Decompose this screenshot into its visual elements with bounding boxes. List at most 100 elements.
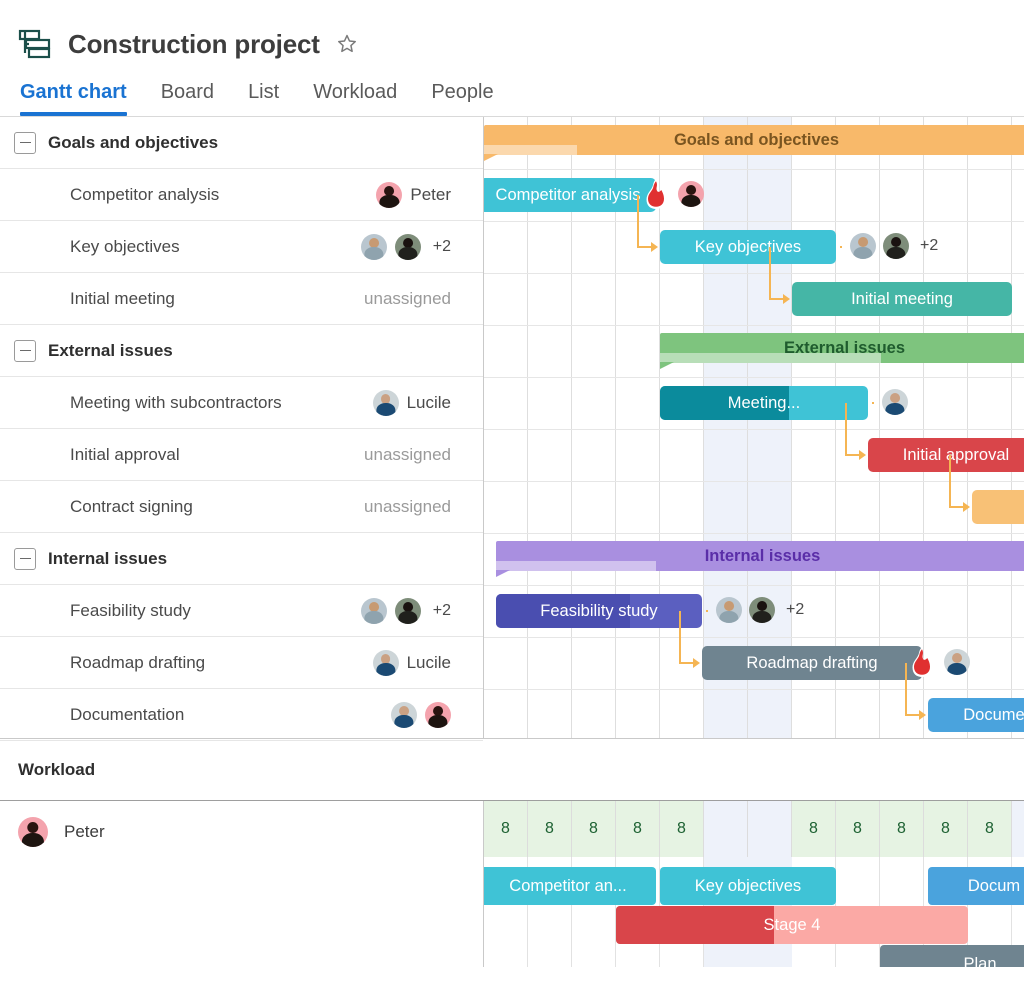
avatar <box>882 389 908 415</box>
assignee-cell[interactable]: Lucile <box>373 650 483 676</box>
overdue-flame-icon <box>908 646 936 678</box>
workload-section: Peter 8888888888 Competitor an...Key obj… <box>0 800 1024 801</box>
task-name: Roadmap drafting <box>70 653 373 673</box>
workload-task-bar[interactable]: Stage 4 <box>616 906 968 944</box>
assignee-cell[interactable]: unassigned <box>364 289 483 309</box>
assignee-overflow-count: +2 <box>920 237 938 255</box>
workload-task-bar[interactable]: Plan <box>880 945 1024 967</box>
bar-assignee-avatars[interactable] <box>944 649 970 675</box>
workload-capacity-cell: 8 <box>924 801 968 857</box>
group-name: External issues <box>48 341 173 361</box>
minus-square-icon[interactable] <box>14 132 36 154</box>
assignee-name: Lucile <box>407 653 451 673</box>
task-row-initial-meeting[interactable]: Initial meeting unassigned <box>0 273 483 325</box>
assignee-overflow-count: +2 <box>433 602 451 620</box>
page-header: Construction project <box>0 0 1024 62</box>
star-outline-icon[interactable] <box>336 33 358 55</box>
group-name: Internal issues <box>48 549 167 569</box>
bar-assignee-avatars[interactable]: +2 <box>716 597 804 623</box>
task-row-meeting-with-subcontractors[interactable]: Meeting with subcontractors Lucile <box>0 377 483 429</box>
workload-task-bar[interactable]: Docum <box>928 867 1024 905</box>
tab-label: People <box>431 81 493 103</box>
workload-capacity-cell: 8 <box>572 801 616 857</box>
tab-workload[interactable]: Workload <box>313 81 417 116</box>
task-list-pane: Goals and objectives Competitor analysis… <box>0 117 484 738</box>
task-row-initial-approval[interactable]: Initial approval unassigned <box>0 429 483 481</box>
workload-capacity-cell: 8 <box>792 801 836 857</box>
group-name: Goals and objectives <box>48 133 218 153</box>
tab-list[interactable]: List <box>248 81 299 116</box>
minus-square-icon[interactable] <box>14 340 36 362</box>
workload-capacity-cell <box>704 801 748 857</box>
minus-square-icon[interactable] <box>14 548 36 570</box>
workload-capacity-cell: 8 <box>616 801 660 857</box>
task-row-roadmap-drafting[interactable]: Roadmap drafting Lucile <box>0 637 483 689</box>
assignee-cell[interactable]: unassigned <box>364 445 483 465</box>
assignee-name: unassigned <box>364 445 451 465</box>
tab-people[interactable]: People <box>431 81 513 116</box>
task-name: Initial approval <box>70 445 364 465</box>
workload-capacity-cell: 8 <box>660 801 704 857</box>
dependency-arrow <box>484 117 1024 738</box>
task-row-contract-signing[interactable]: Contract signing unassigned <box>0 481 483 533</box>
assignee-cell[interactable] <box>391 702 483 728</box>
task-row-competitor-analysis[interactable]: Competitor analysis Peter <box>0 169 483 221</box>
workload-task-bar[interactable]: Competitor an... <box>484 867 656 905</box>
bar-assignee-avatars[interactable] <box>678 181 704 207</box>
task-name: Initial meeting <box>70 289 364 309</box>
tab-label: List <box>248 81 279 103</box>
avatar <box>883 233 909 259</box>
avatar <box>391 702 417 728</box>
group-row-external-issues[interactable]: External issues <box>0 325 483 377</box>
tab-board[interactable]: Board <box>161 81 234 116</box>
view-tabs: Gantt chart Board List Workload People <box>0 62 1024 116</box>
avatar <box>678 181 704 207</box>
assignee-name: unassigned <box>364 497 451 517</box>
workload-capacity-cell: 8 <box>836 801 880 857</box>
task-row-feasibility-study[interactable]: Feasibility study +2 <box>0 585 483 637</box>
workload-capacity-cell: 8 <box>880 801 924 857</box>
avatar <box>395 598 421 624</box>
assignee-cell[interactable]: Lucile <box>373 390 483 416</box>
overdue-flame-icon <box>642 178 670 210</box>
gantt-chart-pane[interactable]: Goals and objectivesCompetitor analysisK… <box>484 117 1024 738</box>
bar-assignee-avatars[interactable] <box>882 389 908 415</box>
workload-person-name: Peter <box>64 822 105 842</box>
workload-bar-label: Plan <box>963 955 996 968</box>
gantt-section: Goals and objectives Competitor analysis… <box>0 116 1024 738</box>
group-row-internal-issues[interactable]: Internal issues <box>0 533 483 585</box>
tab-label: Board <box>161 81 214 103</box>
avatar <box>749 597 775 623</box>
workload-capacity-cell <box>1012 801 1024 857</box>
avatar <box>395 234 421 260</box>
workload-bar-label: Docum <box>968 877 1020 896</box>
assignee-cell[interactable]: unassigned <box>364 497 483 517</box>
workload-title: Workload <box>18 760 95 780</box>
assignee-cell[interactable]: +2 <box>361 598 483 624</box>
task-row-key-objectives[interactable]: Key objectives +2 <box>0 221 483 273</box>
assignee-cell[interactable]: Peter <box>376 182 483 208</box>
task-name: Key objectives <box>70 237 361 257</box>
avatar <box>373 390 399 416</box>
workload-grid-pane[interactable]: 8888888888 Competitor an...Key objective… <box>484 801 1024 967</box>
avatar <box>376 182 402 208</box>
group-row-goals-and-objectives[interactable]: Goals and objectives <box>0 117 483 169</box>
assignee-overflow-count: +2 <box>433 238 451 256</box>
avatar <box>425 702 451 728</box>
tab-gantt-chart[interactable]: Gantt chart <box>20 81 147 116</box>
avatar <box>373 650 399 676</box>
assignee-name: Peter <box>410 185 451 205</box>
bar-assignee-avatars[interactable]: +2 <box>850 233 938 259</box>
workload-header: Workload <box>0 738 1024 800</box>
workload-bar-label: Stage 4 <box>764 916 821 935</box>
workload-capacity-cell: 8 <box>484 801 528 857</box>
task-name: Feasibility study <box>70 601 361 621</box>
workload-task-bar[interactable]: Key objectives <box>660 867 836 905</box>
workload-bar-label: Competitor an... <box>509 877 626 896</box>
page-title: Construction project <box>68 29 320 60</box>
task-row-documentation[interactable]: Documentation <box>0 689 483 741</box>
workload-capacity-cell <box>748 801 792 857</box>
workload-bar-progress <box>616 906 774 944</box>
assignee-cell[interactable]: +2 <box>361 234 483 260</box>
avatar <box>361 234 387 260</box>
